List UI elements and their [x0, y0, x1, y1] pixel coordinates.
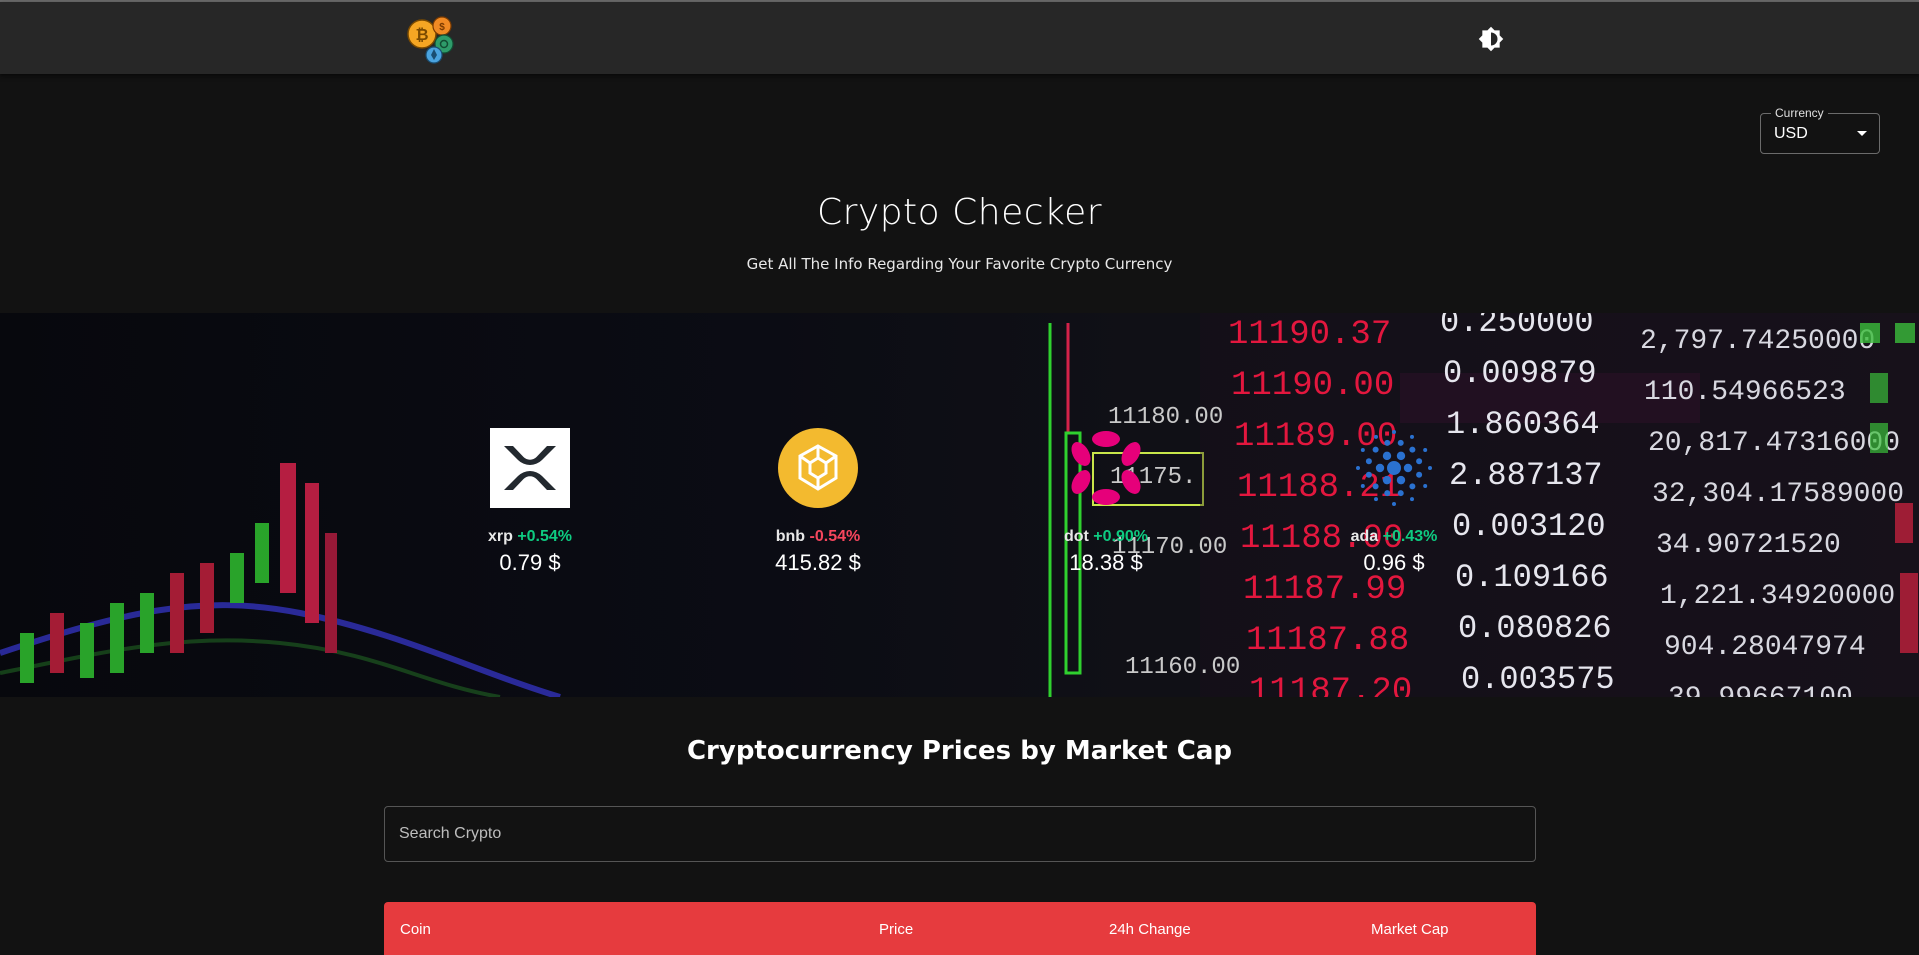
coin-price: 18.38 $: [1069, 550, 1143, 575]
cardano-dot: [1365, 471, 1372, 478]
cardano-dot: [1382, 451, 1392, 461]
cardano-dot: [1372, 483, 1379, 490]
ticker-right-value: 20,817.47316000: [1648, 428, 1900, 459]
cardano-dot: [1384, 490, 1391, 497]
column-header-coin[interactable]: Coin: [400, 921, 431, 938]
cardano-dot: [1384, 439, 1391, 446]
coin-change: +0.43%: [1382, 528, 1438, 545]
cardano-dot: [1423, 484, 1428, 488]
table-header: Coin Price 24h Change Market Cap: [384, 902, 1536, 955]
coin-change: +0.90%: [1093, 528, 1149, 545]
ticker-right-value: 110.54966523: [1644, 377, 1846, 408]
ticker-white-value: 0.250000: [1440, 313, 1594, 341]
cardano-dot: [1356, 466, 1360, 470]
column-header-price[interactable]: Price: [879, 921, 913, 938]
coin-change: -0.54%: [809, 528, 861, 545]
coin-price: 0.96 $: [1363, 550, 1425, 575]
cardano-dot: [1423, 448, 1428, 452]
cardano-dot: [1387, 461, 1401, 475]
cardano-dot: [1374, 497, 1378, 502]
ticker-right-value: 1,221.34920000: [1660, 581, 1895, 612]
ticker-white-value: 0.080826: [1458, 610, 1612, 647]
carousel-item-dot[interactable]: dot +0.90% 18.38 $: [1006, 428, 1206, 576]
search-input[interactable]: [384, 806, 1536, 862]
brightness-icon: [1478, 26, 1504, 52]
theme-toggle-button[interactable]: [1476, 24, 1506, 54]
cardano-dot: [1397, 490, 1404, 497]
ticker-red-price: 11190.37: [1228, 316, 1391, 354]
cardano-dot: [1416, 458, 1423, 465]
cardano-dot: [1360, 448, 1365, 452]
coin-change: +0.54%: [517, 528, 573, 545]
carousel-item-ada[interactable]: ada +0.43% 0.96 $: [1294, 428, 1494, 576]
cardano-dot: [1360, 484, 1365, 488]
crypto-coins-logo-icon[interactable]: ₿ $: [406, 12, 458, 64]
ticker-red-price: 11190.00: [1231, 367, 1394, 405]
cardano-dot: [1382, 475, 1392, 485]
carousel-item-xrp[interactable]: xrp +0.54% 0.79 $: [430, 428, 630, 576]
page-subtitle: Get All The Info Regarding Your Favorite…: [746, 255, 1173, 273]
cardano-dot: [1409, 483, 1416, 490]
currency-select[interactable]: Currency USD: [1760, 106, 1880, 154]
ticker-green-label: 11160.00: [1125, 654, 1240, 681]
cardano-dot: [1410, 434, 1414, 439]
svg-text:$: $: [439, 22, 445, 33]
cardano-dot: [1410, 497, 1414, 502]
cardano-icon: [1356, 430, 1432, 506]
column-header-market-cap[interactable]: Market Cap: [1371, 921, 1449, 938]
ticker-right-value: 32,304.17589000: [1652, 479, 1904, 510]
cardano-dot: [1392, 430, 1396, 434]
svg-text:₿: ₿: [415, 26, 428, 44]
ticker-right-value: 904.28047974: [1664, 632, 1866, 663]
cardano-dot: [1392, 502, 1396, 506]
carousel-item-bnb[interactable]: bnb -0.54% 415.82 $: [718, 428, 918, 576]
ticker-red-price: 11187.99: [1243, 571, 1406, 609]
cardano-dot: [1375, 463, 1385, 473]
page-title: Crypto Checker: [816, 192, 1103, 233]
coin-symbol: xrp: [487, 528, 513, 545]
coin-symbol: bnb: [775, 528, 806, 545]
ticker-green-label: 11180.00: [1108, 404, 1223, 431]
stock-ticker-background: 11190.3711190.0011189.0011188.2111188.00…: [0, 313, 1919, 697]
ticker-white-value: 0.003575: [1461, 661, 1615, 697]
coin-price: 415.82 $: [775, 550, 861, 575]
ticker-red-price: 11187.88: [1246, 622, 1409, 660]
coin-price: 0.79 $: [499, 550, 561, 575]
ticker-white-value: 0.009879: [1443, 355, 1597, 392]
dropdown-caret-icon: [1857, 131, 1867, 136]
trending-banner: 11190.37 11190.00 11189.00 11188.21 11188.00…: [0, 313, 1919, 697]
cardano-dot: [1374, 434, 1378, 439]
ticker-red-price: 11187.20: [1249, 673, 1412, 697]
cardano-dot: [1372, 446, 1379, 453]
market-section-title: Cryptocurrency Prices by Market Cap: [686, 736, 1233, 766]
cardano-dot: [1403, 463, 1413, 473]
ticker-right-value: 39.99667100: [1668, 683, 1853, 697]
column-header-24h-change[interactable]: 24h Change: [1109, 921, 1191, 938]
cardano-dot: [1365, 458, 1372, 465]
cardano-dot: [1396, 475, 1406, 485]
cardano-dot: [1416, 471, 1423, 478]
currency-label: Currency: [1771, 106, 1828, 120]
polkadot-icon: [1071, 431, 1141, 505]
ticker-right-value: 34.90721520: [1656, 530, 1841, 561]
cardano-dot: [1396, 451, 1406, 461]
coin-symbol: dot: [1063, 528, 1089, 545]
cardano-dot: [1428, 466, 1432, 470]
app-bar: ₿ $: [0, 2, 1919, 74]
ticker-right-value: 2,797.74250000: [1640, 326, 1875, 357]
currency-value: USD: [1774, 125, 1808, 142]
cardano-dot: [1397, 439, 1404, 446]
coin-symbol: ada: [1350, 528, 1379, 545]
xrp-icon: [490, 428, 570, 508]
cardano-dot: [1409, 446, 1416, 453]
bnb-icon: [778, 428, 858, 508]
